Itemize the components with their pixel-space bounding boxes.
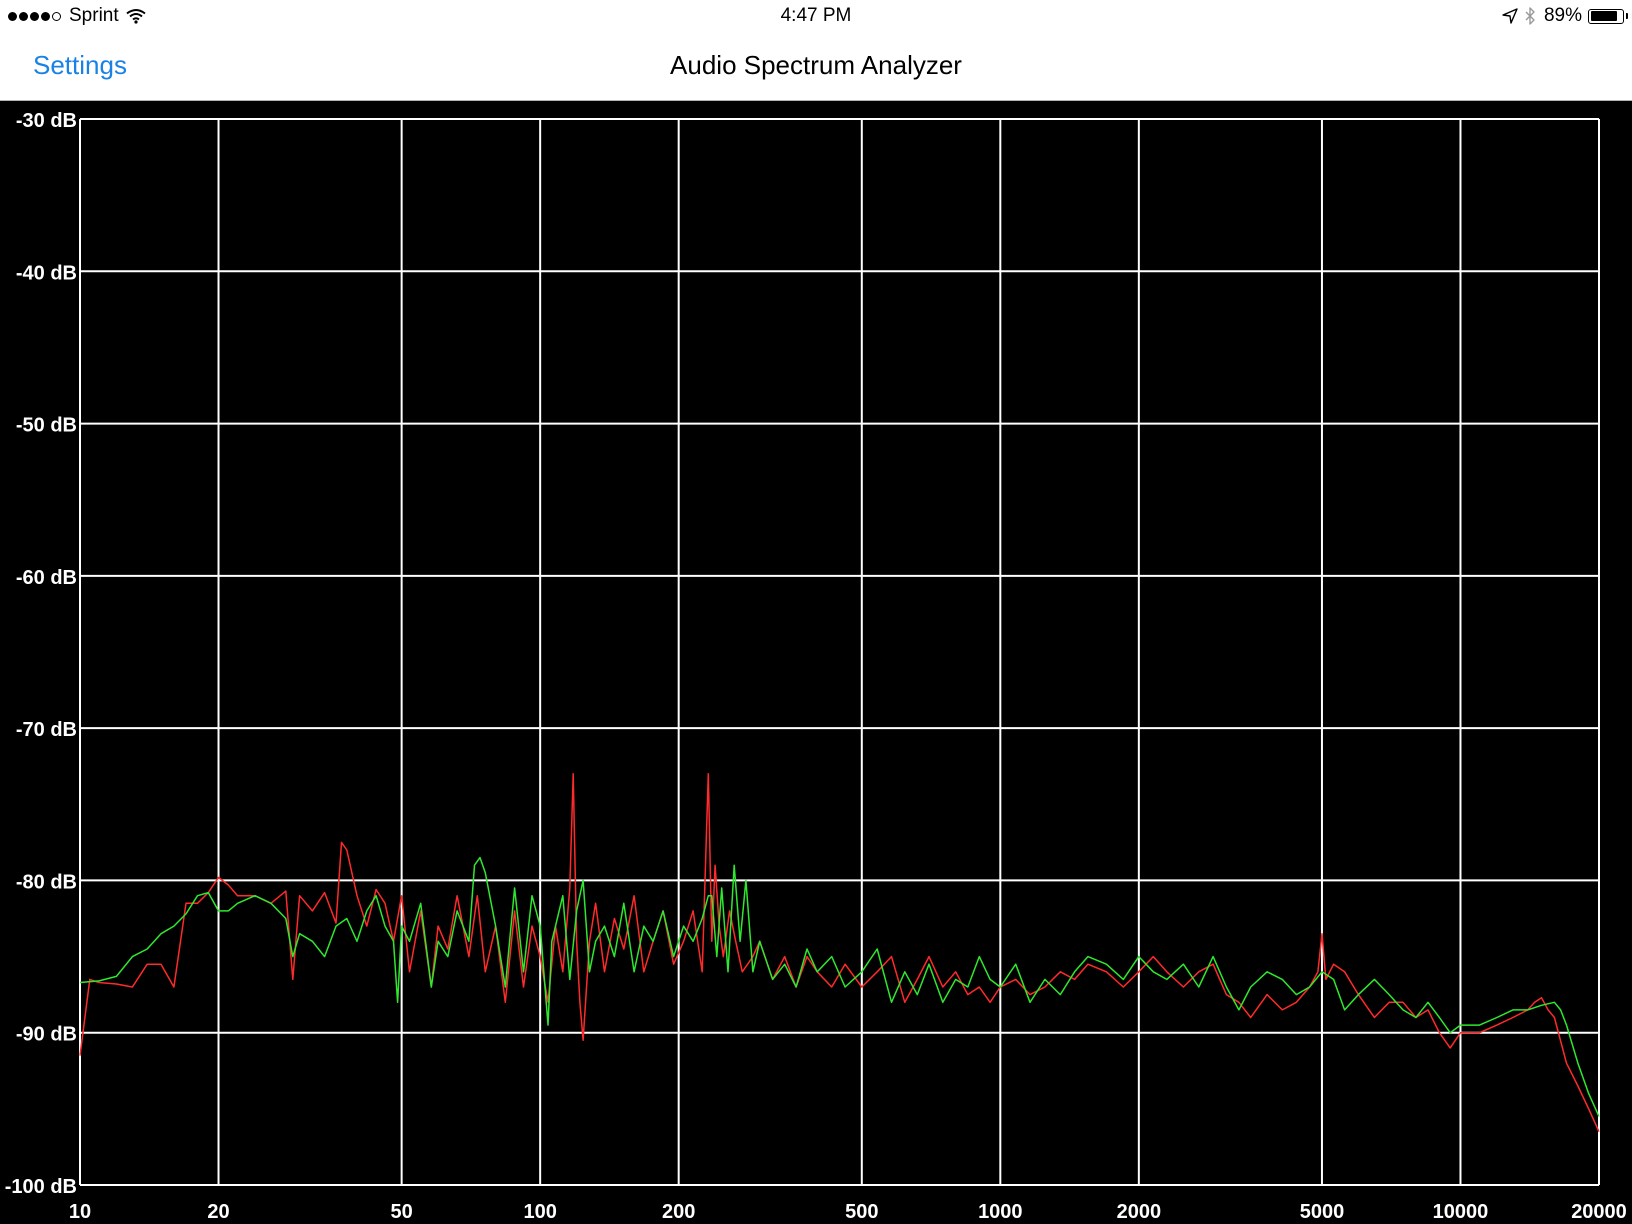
y-tick-label: -40 dB	[16, 262, 77, 284]
x-tick-label: 20000	[1571, 1201, 1627, 1223]
battery-percent: 89%	[1543, 5, 1582, 26]
status-right: 89%	[1502, 5, 1628, 27]
status-bar: Sprint 4:47 PM 89%	[0, 0, 1632, 34]
navigation-bar: Settings Audio Spectrum Analyzer	[0, 34, 1632, 101]
y-tick-label: -30 dB	[16, 110, 77, 132]
y-tick-label: -80 dB	[16, 871, 77, 893]
y-tick-label: -100 dB	[5, 1176, 77, 1198]
chart-background	[0, 101, 1632, 1224]
y-tick-label: -60 dB	[16, 567, 77, 589]
y-tick-label: -50 dB	[16, 415, 77, 437]
battery-icon	[1588, 8, 1628, 24]
y-tick-label: -70 dB	[16, 719, 77, 741]
x-tick-label: 500	[845, 1201, 878, 1223]
x-tick-label: 50	[391, 1201, 413, 1223]
battery-level-fill	[1590, 11, 1618, 21]
x-tick-label: 2000	[1117, 1201, 1162, 1223]
x-tick-label: 20	[207, 1201, 229, 1223]
spectrum-chart[interactable]: 10 20 50 100 200 500 1000 2000 5000 10000 20000 -3…	[0, 101, 1632, 1224]
x-tick-label: 5000	[1300, 1201, 1345, 1223]
battery-nub	[1625, 12, 1628, 19]
location-arrow-icon	[1502, 8, 1518, 24]
x-tick-label: 1000	[978, 1201, 1023, 1223]
page-title: Audio Spectrum Analyzer	[670, 50, 962, 80]
x-tick-label: 10000	[1433, 1201, 1489, 1223]
x-tick-label: 100	[523, 1201, 556, 1223]
x-tick-label: 10	[69, 1201, 91, 1223]
bluetooth-icon	[1524, 7, 1536, 25]
x-tick-label: 200	[662, 1201, 695, 1223]
status-time: 4:47 PM	[780, 5, 852, 26]
y-tick-label: -90 dB	[16, 1024, 77, 1046]
